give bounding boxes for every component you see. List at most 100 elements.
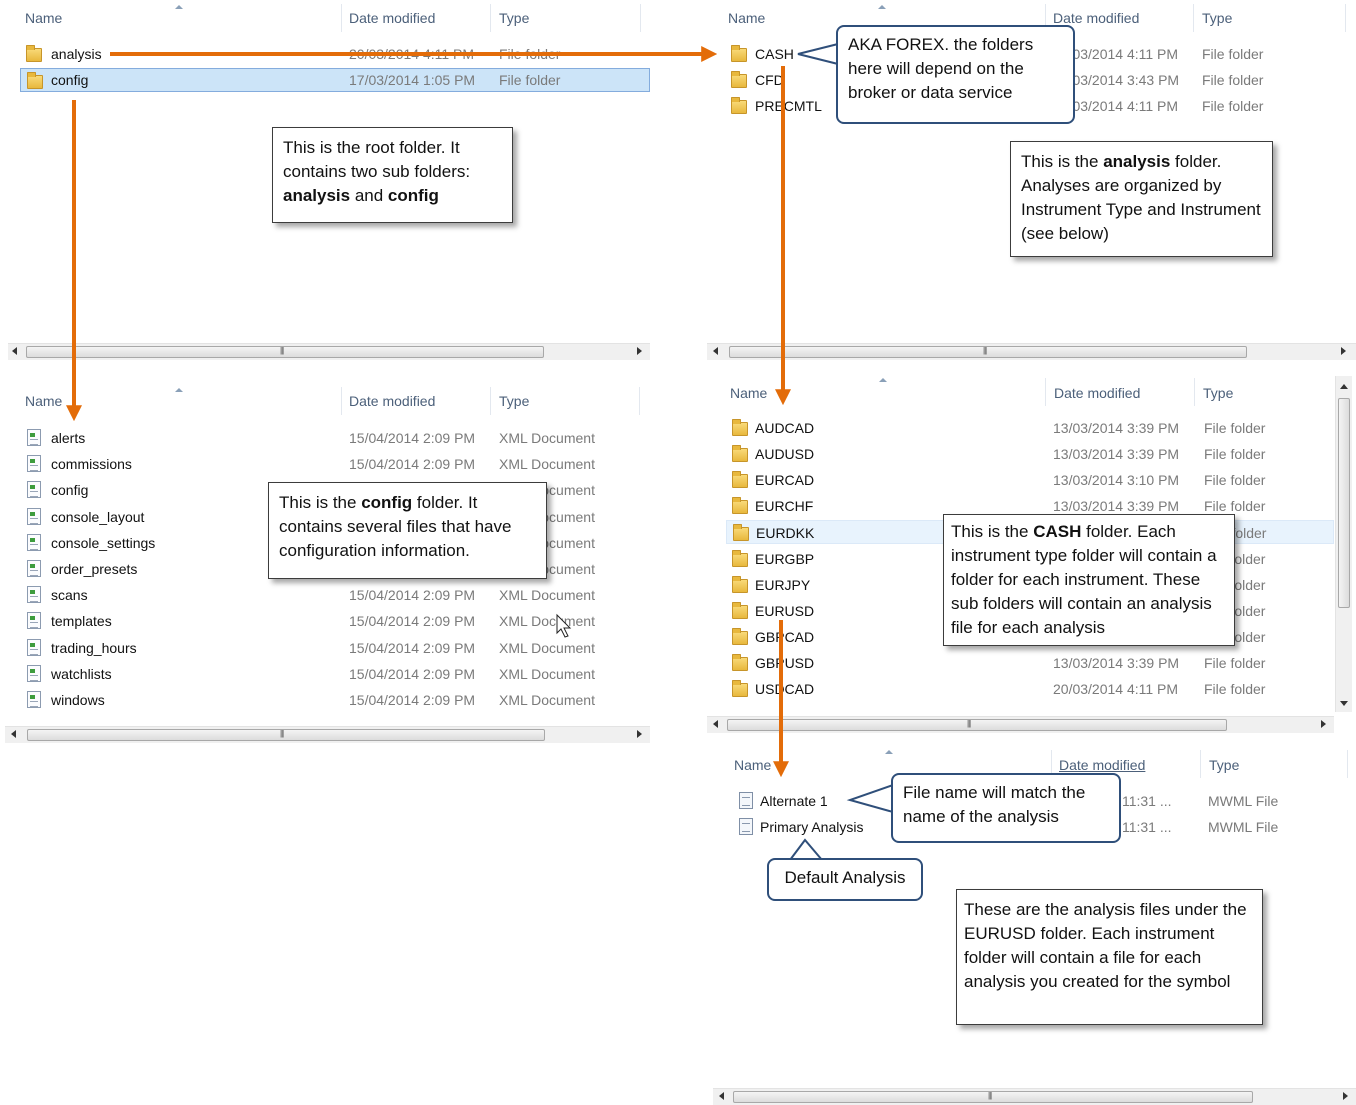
folder-row-gbpusd[interactable]: GBPUSD 13/03/2014 3:39 PM File folder <box>726 651 1334 675</box>
scroll-right-arrow-icon[interactable] <box>1341 347 1346 355</box>
folder-type: File folder <box>1202 46 1264 62</box>
column-header-date-modified[interactable]: Date modified <box>1059 757 1145 773</box>
file-name: console_layout <box>51 508 145 525</box>
file-name: Alternate 1 <box>760 793 828 809</box>
folder-name: AUDUSD <box>755 446 815 463</box>
column-separator <box>1200 750 1201 778</box>
scroll-thumb[interactable] <box>26 346 544 358</box>
folder-date: 13/03/2014 3:39 PM <box>1053 446 1180 463</box>
folder-row-audcad[interactable]: AUDCAD 13/03/2014 3:39 PM File folder <box>726 416 1334 440</box>
scroll-thumb[interactable] <box>729 346 1247 358</box>
file-type: XML Document <box>499 456 595 473</box>
file-row-trading-hours[interactable]: trading_hours 15/04/2014 2:09 PM XML Docum… <box>21 636 636 660</box>
folder-type: File folder <box>1202 72 1264 88</box>
folder-row-usdcad[interactable]: USDCAD 20/03/2014 4:11 PM File folder <box>726 677 1334 701</box>
file-type: XML Document <box>499 613 595 630</box>
scroll-grip-icon: ||| <box>988 1091 992 1100</box>
scroll-grip-icon: ||| <box>280 729 284 738</box>
callout-cash-folder: This is the CASH folder. Each instrument… <box>943 514 1235 646</box>
callout-bold-config: config <box>361 493 413 512</box>
horizontal-scrollbar[interactable]: ||| <box>713 1088 1356 1105</box>
scroll-right-arrow-icon[interactable] <box>1343 1092 1348 1100</box>
folder-type: File folder <box>1204 472 1266 489</box>
column-separator <box>1347 750 1348 778</box>
file-date: 15/04/2014 2:09 PM <box>349 430 476 446</box>
folder-icon <box>731 71 747 88</box>
file-row-windows[interactable]: windows 15/04/2014 2:09 PM XML Document <box>21 688 636 712</box>
scroll-right-arrow-icon[interactable] <box>1321 720 1326 728</box>
file-row-templates[interactable]: templates 15/04/2014 2:09 PM XML Document <box>21 609 636 633</box>
folder-row-eurcad[interactable]: EURCAD 13/03/2014 3:10 PM File folder <box>726 468 1334 492</box>
callout-text: This is the root folder. It contains two… <box>283 138 471 181</box>
scroll-left-arrow-icon[interactable] <box>11 730 16 738</box>
horizontal-scrollbar[interactable]: ||| <box>707 716 1334 733</box>
scroll-thumb[interactable] <box>1338 398 1350 608</box>
column-header-type[interactable]: Type <box>1202 10 1232 26</box>
column-header-date-modified[interactable]: Date modified <box>1053 10 1139 26</box>
folder-icon <box>732 627 748 645</box>
folder-name: EURCHF <box>755 498 814 515</box>
file-row-scans[interactable]: scans 15/04/2014 2:09 PM XML Document <box>21 583 636 607</box>
column-header-type[interactable]: Type <box>499 10 529 26</box>
column-separator <box>341 4 342 32</box>
column-header-date-modified[interactable]: Date modified <box>349 393 435 409</box>
folder-icon <box>731 97 747 114</box>
scroll-up-arrow-icon[interactable] <box>1340 384 1348 389</box>
scroll-thumb[interactable] <box>727 719 1227 731</box>
file-name: order_presets <box>51 561 138 577</box>
folder-icon <box>732 653 748 671</box>
scroll-thumb[interactable] <box>27 729 545 741</box>
file-row-watchlists[interactable]: watchlists 15/04/2014 2:09 PM XML Document <box>21 662 636 686</box>
column-separator <box>1193 4 1194 32</box>
folder-date: 20/03/2014 4:11 PM <box>1053 681 1179 697</box>
horizontal-scrollbar[interactable]: ||| <box>707 343 1356 360</box>
vertical-scrollbar[interactable] <box>1335 376 1352 712</box>
folder-date: 13/03/2014 3:39 PM <box>1053 654 1180 671</box>
column-separator <box>640 4 641 32</box>
xml-document-icon <box>27 455 41 473</box>
horizontal-scrollbar[interactable]: ||| <box>8 343 650 360</box>
folder-row-audusd[interactable]: AUDUSD 13/03/2014 3:39 PM File folder <box>726 442 1334 466</box>
column-header-type[interactable]: Type <box>1209 757 1239 773</box>
folder-name: EURGBP <box>755 550 815 567</box>
scroll-right-arrow-icon[interactable] <box>637 730 642 738</box>
folder-type: File folder <box>1204 420 1266 436</box>
folder-name: EURUSD <box>755 602 815 619</box>
bubble-filename: File name will match the name of the ana… <box>891 773 1121 843</box>
scroll-down-arrow-icon[interactable] <box>1340 701 1348 706</box>
file-date: 15/04/2014 2:09 PM <box>349 587 476 604</box>
scroll-right-arrow-icon[interactable] <box>637 347 642 355</box>
file-name: commissions <box>51 456 132 473</box>
xml-document-icon <box>27 638 41 656</box>
column-header-name[interactable]: Name <box>25 393 62 409</box>
folder-row-analysis[interactable]: analysis 20/03/2014 4:11 PM File folder <box>20 42 650 66</box>
scroll-left-arrow-icon[interactable] <box>713 720 718 728</box>
file-name: windows <box>51 692 105 708</box>
column-header-name[interactable]: Name <box>728 10 765 26</box>
scroll-left-arrow-icon[interactable] <box>713 347 718 355</box>
folder-icon <box>732 601 748 619</box>
column-header-date-modified[interactable]: Date modified <box>349 10 435 26</box>
folder-icon <box>732 445 748 463</box>
scroll-left-arrow-icon[interactable] <box>12 347 17 355</box>
folder-icon <box>732 497 748 515</box>
horizontal-scrollbar[interactable]: ||| <box>5 726 650 743</box>
callout-text: This is the <box>279 493 362 512</box>
file-row-commissions[interactable]: commissions 15/04/2014 2:09 PM XML Documen… <box>21 452 636 476</box>
folder-name: EURCAD <box>755 472 815 489</box>
column-header-type[interactable]: Type <box>499 393 529 409</box>
mwml-file-icon <box>739 792 753 809</box>
sort-caret-icon <box>878 5 886 9</box>
callout-config-folder: This is the config folder. It contains s… <box>268 482 547 579</box>
file-name: config <box>51 482 89 499</box>
scroll-left-arrow-icon[interactable] <box>719 1092 724 1100</box>
folder-name: config <box>51 72 89 88</box>
file-row-alerts[interactable]: alerts 15/04/2014 2:09 PM XML Document <box>21 426 636 450</box>
column-header-name[interactable]: Name <box>25 10 62 26</box>
column-header-name[interactable]: Name <box>734 757 771 773</box>
mwml-file-icon <box>739 818 753 835</box>
xml-document-icon <box>27 612 41 630</box>
folder-row-config[interactable]: config 17/03/2014 1:05 PM File folder <box>20 68 650 92</box>
folder-name: CFD <box>755 72 784 88</box>
scroll-thumb[interactable] <box>733 1091 1253 1103</box>
